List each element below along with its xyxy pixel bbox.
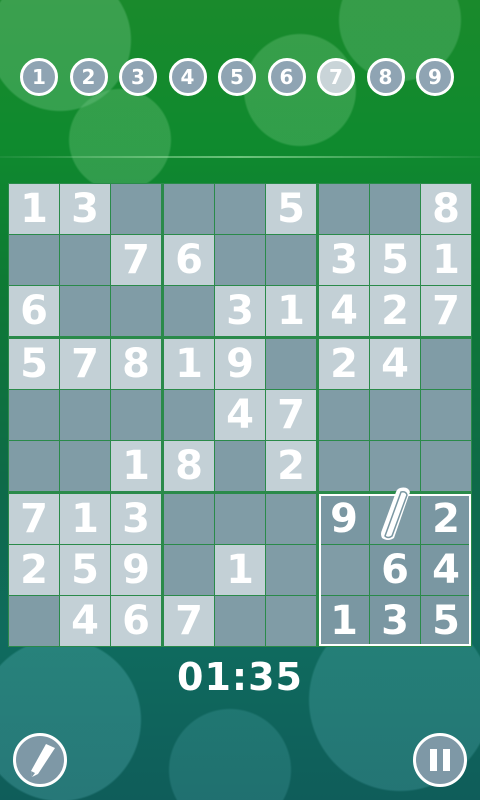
sudoku-board: 1358763516314275781924471827139225916446… — [8, 183, 472, 647]
sudoku-cell-r8c1[interactable]: 2 — [9, 545, 59, 595]
sudoku-cell-r3c3[interactable] — [111, 286, 161, 336]
sudoku-cell-r4c4[interactable]: 1 — [164, 339, 214, 389]
pause-button[interactable] — [413, 733, 467, 787]
sudoku-cell-r4c8[interactable]: 4 — [370, 339, 420, 389]
sudoku-cell-r1c4[interactable] — [164, 184, 214, 234]
sudoku-cell-r2c9[interactable]: 1 — [421, 235, 471, 285]
pencil-icon — [31, 744, 55, 777]
sudoku-cell-r8c6[interactable] — [266, 545, 316, 595]
sudoku-cell-r7c7[interactable]: 9 — [319, 494, 369, 544]
sudoku-cell-r6c2[interactable] — [60, 441, 110, 491]
sudoku-cell-r7c9[interactable]: 2 — [421, 494, 471, 544]
sudoku-cell-r4c1[interactable]: 5 — [9, 339, 59, 389]
divider — [0, 156, 480, 158]
sudoku-cell-r9c2[interactable]: 4 — [60, 596, 110, 646]
sudoku-cell-r7c6[interactable] — [266, 494, 316, 544]
number-button-2[interactable]: 2 — [69, 58, 108, 96]
sudoku-cell-r2c2[interactable] — [60, 235, 110, 285]
sudoku-cell-r4c6[interactable] — [266, 339, 316, 389]
sudoku-cell-r6c4[interactable]: 8 — [164, 441, 214, 491]
sudoku-cell-r1c3[interactable] — [111, 184, 161, 234]
sudoku-cell-r6c7[interactable] — [319, 441, 369, 491]
sudoku-cell-r9c9[interactable]: 5 — [421, 596, 471, 646]
sudoku-cell-r1c5[interactable] — [215, 184, 265, 234]
number-selector: 123456789 — [20, 58, 460, 102]
pencil-button[interactable] — [13, 733, 67, 787]
sudoku-cell-r1c9[interactable]: 8 — [421, 184, 471, 234]
sudoku-cell-r5c8[interactable] — [370, 390, 420, 440]
sudoku-cell-r3c2[interactable] — [60, 286, 110, 336]
sudoku-cell-r1c8[interactable] — [370, 184, 420, 234]
sudoku-cell-r3c7[interactable]: 4 — [319, 286, 369, 336]
sudoku-cell-r3c1[interactable]: 6 — [9, 286, 59, 336]
sudoku-cell-r4c2[interactable]: 7 — [60, 339, 110, 389]
sudoku-cell-r8c7[interactable] — [319, 545, 369, 595]
sudoku-cell-r5c1[interactable] — [9, 390, 59, 440]
sudoku-cell-r3c5[interactable]: 3 — [215, 286, 265, 336]
sudoku-cell-r1c2[interactable]: 3 — [60, 184, 110, 234]
sudoku-cell-r6c5[interactable] — [215, 441, 265, 491]
sudoku-cell-r7c1[interactable]: 7 — [9, 494, 59, 544]
number-button-4[interactable]: 4 — [168, 58, 207, 96]
sudoku-cell-r2c6[interactable] — [266, 235, 316, 285]
number-button-7[interactable]: 7 — [317, 58, 355, 96]
sudoku-cell-r1c1[interactable]: 1 — [9, 184, 59, 234]
number-button-3[interactable]: 3 — [119, 58, 157, 96]
sudoku-cell-r5c4[interactable] — [164, 390, 214, 440]
sudoku-cell-r3c8[interactable]: 2 — [370, 286, 420, 336]
sudoku-cell-r8c2[interactable]: 5 — [60, 545, 110, 595]
sudoku-cell-r8c5[interactable]: 1 — [215, 545, 265, 595]
number-button-6[interactable]: 6 — [267, 58, 306, 96]
sudoku-cell-r4c7[interactable]: 2 — [319, 339, 369, 389]
sudoku-cell-r3c6[interactable]: 1 — [266, 286, 316, 336]
sudoku-cell-r7c3[interactable]: 3 — [111, 494, 161, 544]
sudoku-cell-r2c3[interactable]: 7 — [111, 235, 161, 285]
sudoku-cell-r5c6[interactable]: 7 — [266, 390, 316, 440]
sudoku-cell-r4c5[interactable]: 9 — [215, 339, 265, 389]
sudoku-cell-r5c2[interactable] — [60, 390, 110, 440]
sudoku-cell-r8c4[interactable] — [164, 545, 214, 595]
sudoku-cell-r2c8[interactable]: 5 — [370, 235, 420, 285]
sudoku-cell-r7c4[interactable] — [164, 494, 214, 544]
pause-icon — [430, 749, 450, 771]
game-timer: 01:35 — [177, 655, 303, 699]
number-button-1[interactable]: 1 — [20, 58, 58, 96]
sudoku-cell-r6c9[interactable] — [421, 441, 471, 491]
sudoku-cell-r7c5[interactable] — [215, 494, 265, 544]
sudoku-cell-r5c7[interactable] — [319, 390, 369, 440]
sudoku-cell-r9c7[interactable]: 1 — [319, 596, 369, 646]
sudoku-cell-r5c3[interactable] — [111, 390, 161, 440]
sudoku-cell-r8c9[interactable]: 4 — [421, 545, 471, 595]
number-button-5[interactable]: 5 — [218, 58, 256, 96]
eraser-icon — [381, 487, 410, 540]
number-button-8[interactable]: 8 — [366, 58, 405, 96]
sudoku-cell-r4c9[interactable] — [421, 339, 471, 389]
sudoku-cell-r6c1[interactable] — [9, 441, 59, 491]
sudoku-cell-r2c5[interactable] — [215, 235, 265, 285]
sudoku-cell-r2c4[interactable]: 6 — [164, 235, 214, 285]
sudoku-cell-r9c8[interactable]: 3 — [370, 596, 420, 646]
sudoku-cell-r2c1[interactable] — [9, 235, 59, 285]
sudoku-cell-r7c2[interactable]: 1 — [60, 494, 110, 544]
sudoku-cell-r9c6[interactable] — [266, 596, 316, 646]
sudoku-cell-r5c5[interactable]: 4 — [215, 390, 265, 440]
sudoku-cell-r9c3[interactable]: 6 — [111, 596, 161, 646]
sudoku-cell-r8c8[interactable]: 6 — [370, 545, 420, 595]
sudoku-cell-r5c9[interactable] — [421, 390, 471, 440]
sudoku-cell-r2c7[interactable]: 3 — [319, 235, 369, 285]
sudoku-cell-r6c3[interactable]: 1 — [111, 441, 161, 491]
sudoku-cell-r1c7[interactable] — [319, 184, 369, 234]
number-button-9[interactable]: 9 — [416, 58, 454, 96]
sudoku-cell-r9c1[interactable] — [9, 596, 59, 646]
sudoku-cell-r1c6[interactable]: 5 — [266, 184, 316, 234]
sudoku-cell-r4c3[interactable]: 8 — [111, 339, 161, 389]
sudoku-cell-r6c6[interactable]: 2 — [266, 441, 316, 491]
sudoku-cell-r3c9[interactable]: 7 — [421, 286, 471, 336]
sudoku-cell-r3c4[interactable] — [164, 286, 214, 336]
sudoku-cell-r9c4[interactable]: 7 — [164, 596, 214, 646]
sudoku-cell-r9c5[interactable] — [215, 596, 265, 646]
sudoku-cell-r8c3[interactable]: 9 — [111, 545, 161, 595]
